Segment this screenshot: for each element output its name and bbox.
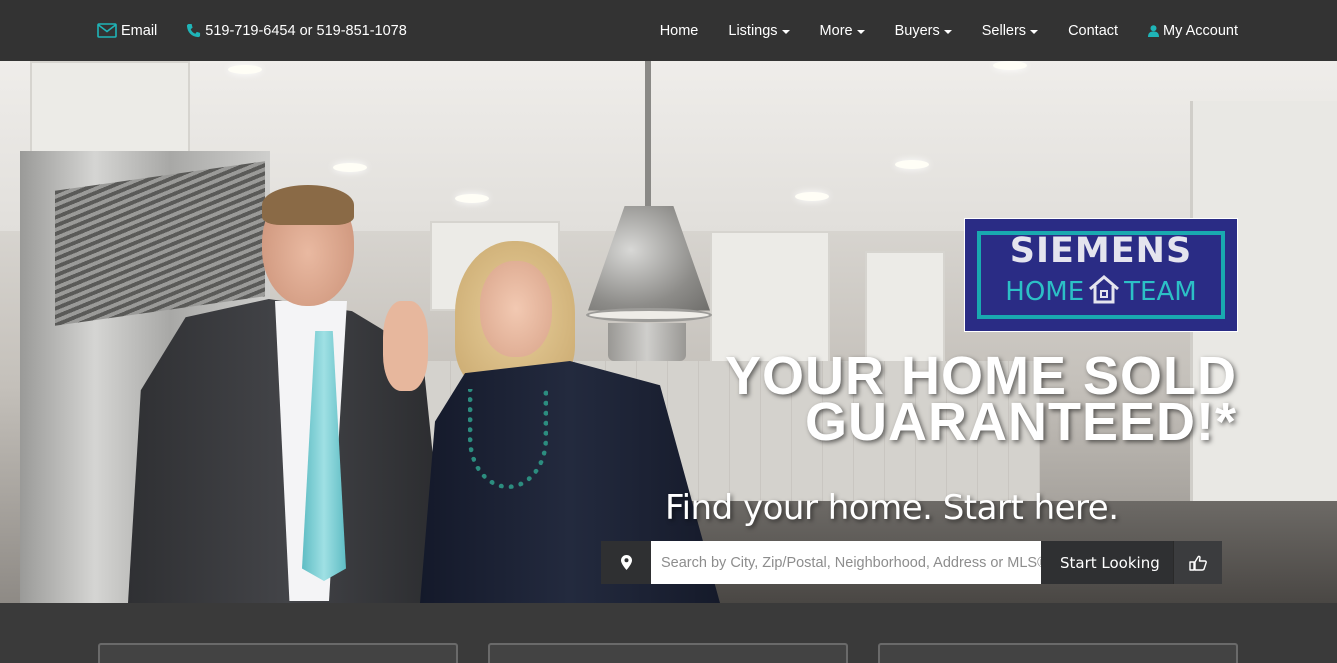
nav-sellers[interactable]: Sellers — [981, 22, 1039, 39]
envelope-icon — [97, 23, 117, 38]
nav-listings-label: Listings — [728, 22, 778, 39]
caret-down-icon — [1030, 29, 1039, 34]
search-input[interactable] — [651, 541, 1041, 584]
ceiling-light — [228, 65, 262, 74]
pendant-rim — [586, 308, 712, 322]
map-pin-icon — [620, 555, 632, 570]
thumbs-up-pointer-icon — [1189, 555, 1207, 571]
main-nav: Home Listings More Buyers Sellers Contac… — [660, 0, 1238, 61]
phone-icon — [187, 23, 201, 38]
ceiling-light — [455, 194, 489, 203]
nav-my-account-label: My Account — [1163, 22, 1238, 39]
feature-card[interactable] — [98, 643, 458, 663]
nav-buyers-label: Buyers — [894, 22, 940, 39]
nav-sellers-label: Sellers — [981, 22, 1027, 39]
location-button[interactable] — [601, 541, 651, 584]
nav-listings[interactable]: Listings — [728, 22, 790, 39]
pendant-lamp — [608, 323, 686, 361]
nav-more-label: More — [819, 22, 853, 39]
user-icon — [1148, 24, 1160, 37]
feature-card[interactable] — [878, 643, 1238, 663]
search-go-button[interactable] — [1173, 541, 1222, 584]
pendant-rod — [645, 61, 651, 211]
caret-down-icon — [943, 29, 952, 34]
start-looking-button[interactable]: Start Looking — [1041, 541, 1173, 584]
nav-home[interactable]: Home — [660, 23, 699, 39]
agent-woman-hand — [383, 301, 428, 391]
siemens-home-team-logo: SIEMENS HOME TEAM — [964, 218, 1238, 332]
agent-woman-face — [480, 261, 552, 357]
phone-link[interactable]: 519-719-6454 or 519-851-1078 — [186, 23, 407, 39]
agent-man-hair — [262, 185, 354, 225]
feature-card[interactable] — [488, 643, 848, 663]
house-icon — [1089, 275, 1120, 304]
ceiling-light — [895, 160, 929, 169]
top-navbar: Email 519-719-6454 or 519-851-1078 Home … — [0, 0, 1337, 61]
ceiling-light — [795, 192, 829, 201]
logo-sub-right: TEAM — [1124, 277, 1197, 307]
nav-contact[interactable]: Contact — [1068, 23, 1118, 39]
logo-title: SIEMENS — [1009, 231, 1193, 271]
ceiling-light — [333, 163, 367, 172]
caret-down-icon — [781, 29, 790, 34]
email-label: Email — [121, 22, 158, 39]
hero-headline: YOUR HOME SOLD GUARANTEED!* — [725, 349, 1237, 449]
nav-buyers[interactable]: Buyers — [895, 23, 952, 39]
agent-woman-necklace — [468, 389, 548, 489]
logo-subtitle: HOME TEAM — [965, 274, 1237, 307]
phone-label: 519-719-6454 or 519-851-1078 — [205, 22, 407, 39]
nav-more[interactable]: More — [820, 23, 865, 39]
logo-sub-left: HOME — [1005, 277, 1085, 307]
email-link[interactable]: Email — [97, 23, 157, 39]
contact-links: Email 519-719-6454 or 519-851-1078 — [97, 0, 436, 61]
nav-contact-label: Contact — [1068, 22, 1119, 39]
caret-down-icon — [856, 29, 865, 34]
property-search-bar: Start Looking — [601, 541, 1222, 584]
nav-my-account[interactable]: My Account — [1148, 23, 1238, 39]
ceiling-light — [993, 61, 1027, 70]
nav-home-label: Home — [659, 22, 699, 39]
hero-subheadline: Find your home. Start here. — [665, 488, 1119, 528]
